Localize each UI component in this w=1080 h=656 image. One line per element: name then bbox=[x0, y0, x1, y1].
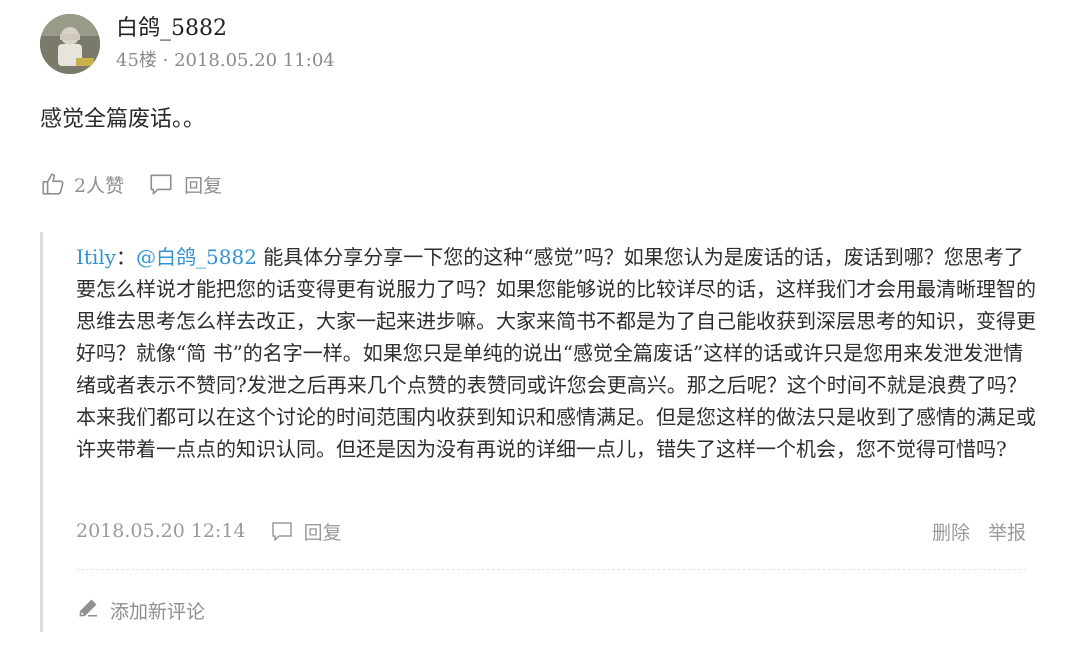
sub-comment-thread: Itily：@白鸽_5882 能具体分享分享一下您的这种“感觉”吗？如果您认为是… bbox=[40, 232, 1036, 632]
sub-comment-text: 能具体分享分享一下您的这种“感觉”吗？如果您认为是废话的话，废话到哪？您思考了要… bbox=[76, 245, 1036, 461]
add-comment-label: 添加新评论 bbox=[110, 601, 206, 623]
like-button[interactable]: 2人赞 bbox=[40, 171, 124, 198]
sub-comment-admin-actions: 删除 举报 bbox=[932, 518, 1026, 545]
divider bbox=[76, 569, 1026, 570]
avatar[interactable] bbox=[40, 14, 100, 74]
sub-comment-reply-button[interactable]: 回复 bbox=[270, 518, 342, 545]
sub-comment: Itily：@白鸽_5882 能具体分享分享一下您的这种“感觉”吗？如果您认为是… bbox=[76, 241, 1036, 465]
like-count-label: 2人赞 bbox=[74, 174, 125, 197]
sub-comment-footer: 2018.05.20 12:14 回复 删除 举报 bbox=[76, 515, 1026, 547]
comment-content: 感觉全篇废话。。 bbox=[40, 107, 206, 132]
sub-comment-author[interactable]: Itily bbox=[76, 245, 116, 269]
pencil-icon bbox=[76, 596, 100, 625]
avatar-image bbox=[40, 14, 100, 74]
sub-comment-reply-label: 回复 bbox=[303, 521, 342, 544]
thumbs-up-icon bbox=[40, 171, 66, 197]
report-button[interactable]: 举报 bbox=[988, 518, 1026, 545]
reply-label: 回复 bbox=[184, 174, 223, 197]
reply-button[interactable]: 回复 bbox=[148, 171, 222, 198]
sub-comment-timestamp: 2018.05.20 12:14 bbox=[76, 520, 246, 542]
comment-bubble-icon bbox=[148, 171, 174, 197]
comment-bubble-icon bbox=[270, 519, 294, 543]
username[interactable]: 白鸽_5882 bbox=[116, 14, 227, 44]
sub-comment-colon: ： bbox=[116, 245, 137, 269]
add-comment-button[interactable]: 添加新评论 bbox=[76, 596, 205, 625]
delete-button[interactable]: 删除 bbox=[932, 518, 970, 545]
floor-and-timestamp: 45楼 · 2018.05.20 11:04 bbox=[116, 50, 335, 71]
sub-comment-mention[interactable]: @白鸽_5882 bbox=[136, 245, 257, 269]
comment-actions: 2人赞 回复 bbox=[40, 168, 222, 200]
